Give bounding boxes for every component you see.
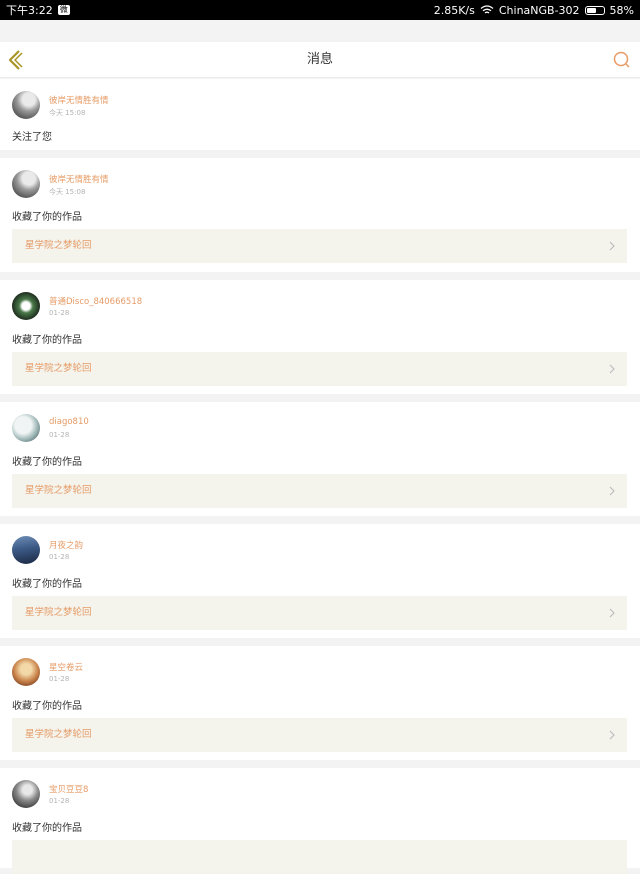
wifi-icon [480, 5, 494, 14]
avatar[interactable] [12, 91, 40, 119]
work-title: 星学院之梦轮回 [25, 363, 92, 374]
battery-icon [584, 5, 605, 15]
divider [0, 760, 640, 768]
wifi-name: ChinaNGB-302 [498, 3, 580, 17]
divider [0, 638, 640, 646]
username[interactable]: diago810 [49, 417, 89, 427]
divider [0, 394, 640, 402]
action-text: 收藏了你的作品 [12, 335, 82, 346]
username[interactable]: 宝贝豆豆8 [49, 783, 88, 795]
avatar[interactable] [12, 414, 40, 442]
action-text: 关注了您 [12, 132, 52, 143]
message-list: 彼岸无情胜有情 今天 15:08 关注了您 彼岸无情胜有情 今天 15:08 收… [0, 79, 640, 874]
divider [0, 150, 640, 158]
avatar[interactable] [12, 536, 40, 564]
chevron-right-icon [609, 241, 615, 251]
timestamp: 今天 15:08 [49, 188, 86, 196]
username[interactable]: 月夜之韵 [49, 539, 83, 551]
status-bar-right: 2.85K/s ChinaNGB-302 58% [434, 4, 634, 17]
avatar[interactable] [12, 658, 40, 686]
timestamp: 01-28 [49, 553, 70, 561]
avatar[interactable] [12, 292, 40, 320]
username[interactable]: 彼岸无情胜有情 [49, 94, 109, 106]
message-item[interactable]: 彼岸无情胜有情 今天 15:08 收藏了你的作品 星学院之梦轮回 [0, 158, 640, 272]
avatar[interactable] [12, 170, 40, 198]
message-item[interactable]: 普通Disco_840666518 01-28 收藏了你的作品 星学院之梦轮回 [0, 280, 640, 394]
work-link[interactable] [12, 840, 627, 874]
chevron-right-icon [609, 364, 615, 374]
work-title: 星学院之梦轮回 [25, 729, 92, 740]
action-text: 收藏了你的作品 [12, 212, 82, 223]
work-link[interactable]: 星学院之梦轮回 [12, 229, 627, 263]
timestamp: 今天 15:08 [49, 109, 86, 117]
message-item[interactable]: diago810 01-28 收藏了你的作品 星学院之梦轮回 [0, 402, 640, 516]
timestamp: 01-28 [49, 797, 70, 805]
message-item[interactable]: 彼岸无情胜有情 今天 15:08 关注了您 [0, 79, 640, 150]
work-link[interactable]: 星学院之梦轮回 [12, 596, 627, 630]
chevron-right-icon [609, 730, 615, 740]
username[interactable]: 普通Disco_840666518 [49, 295, 142, 307]
chevron-right-icon [609, 486, 615, 496]
header-bar: 消息 [0, 42, 640, 78]
username[interactable]: 彼岸无情胜有情 [49, 173, 109, 185]
message-item[interactable]: 星空卷云 01-28 收藏了你的作品 星学院之梦轮回 [0, 646, 640, 760]
message-item[interactable]: 宝贝豆豆8 01-28 收藏了你的作品 [0, 768, 640, 874]
chevron-right-icon [609, 608, 615, 618]
timestamp: 01-28 [49, 675, 70, 683]
battery-percent: 58% [609, 3, 634, 17]
app-notification-icon: 微 [57, 5, 70, 15]
search-icon[interactable] [612, 50, 632, 70]
action-text: 收藏了你的作品 [12, 579, 82, 590]
work-title: 星学院之梦轮回 [25, 607, 92, 618]
action-text: 收藏了你的作品 [12, 823, 82, 834]
action-text: 收藏了你的作品 [12, 457, 82, 468]
work-title: 星学院之梦轮回 [25, 240, 92, 251]
network-speed: 2.85K/s [433, 3, 475, 17]
message-item[interactable]: 月夜之韵 01-28 收藏了你的作品 星学院之梦轮回 [0, 524, 640, 638]
timestamp: 01-28 [49, 309, 70, 317]
work-link[interactable]: 星学院之梦轮回 [12, 352, 627, 386]
status-time: 下午3:22 [6, 4, 53, 17]
work-title: 星学院之梦轮回 [25, 485, 92, 496]
work-link[interactable]: 星学院之梦轮回 [12, 718, 627, 752]
action-text: 收藏了你的作品 [12, 701, 82, 712]
divider [0, 516, 640, 524]
username[interactable]: 星空卷云 [49, 661, 83, 673]
status-bar-left: 下午3:22 微 [6, 2, 70, 18]
avatar[interactable] [12, 780, 40, 808]
status-bar: 下午3:22 微 2.85K/s ChinaNGB-302 58% [0, 0, 640, 20]
page-title: 消息 [306, 52, 333, 67]
divider [0, 272, 640, 280]
timestamp: 01-28 [49, 431, 70, 439]
work-link[interactable]: 星学院之梦轮回 [12, 474, 627, 508]
